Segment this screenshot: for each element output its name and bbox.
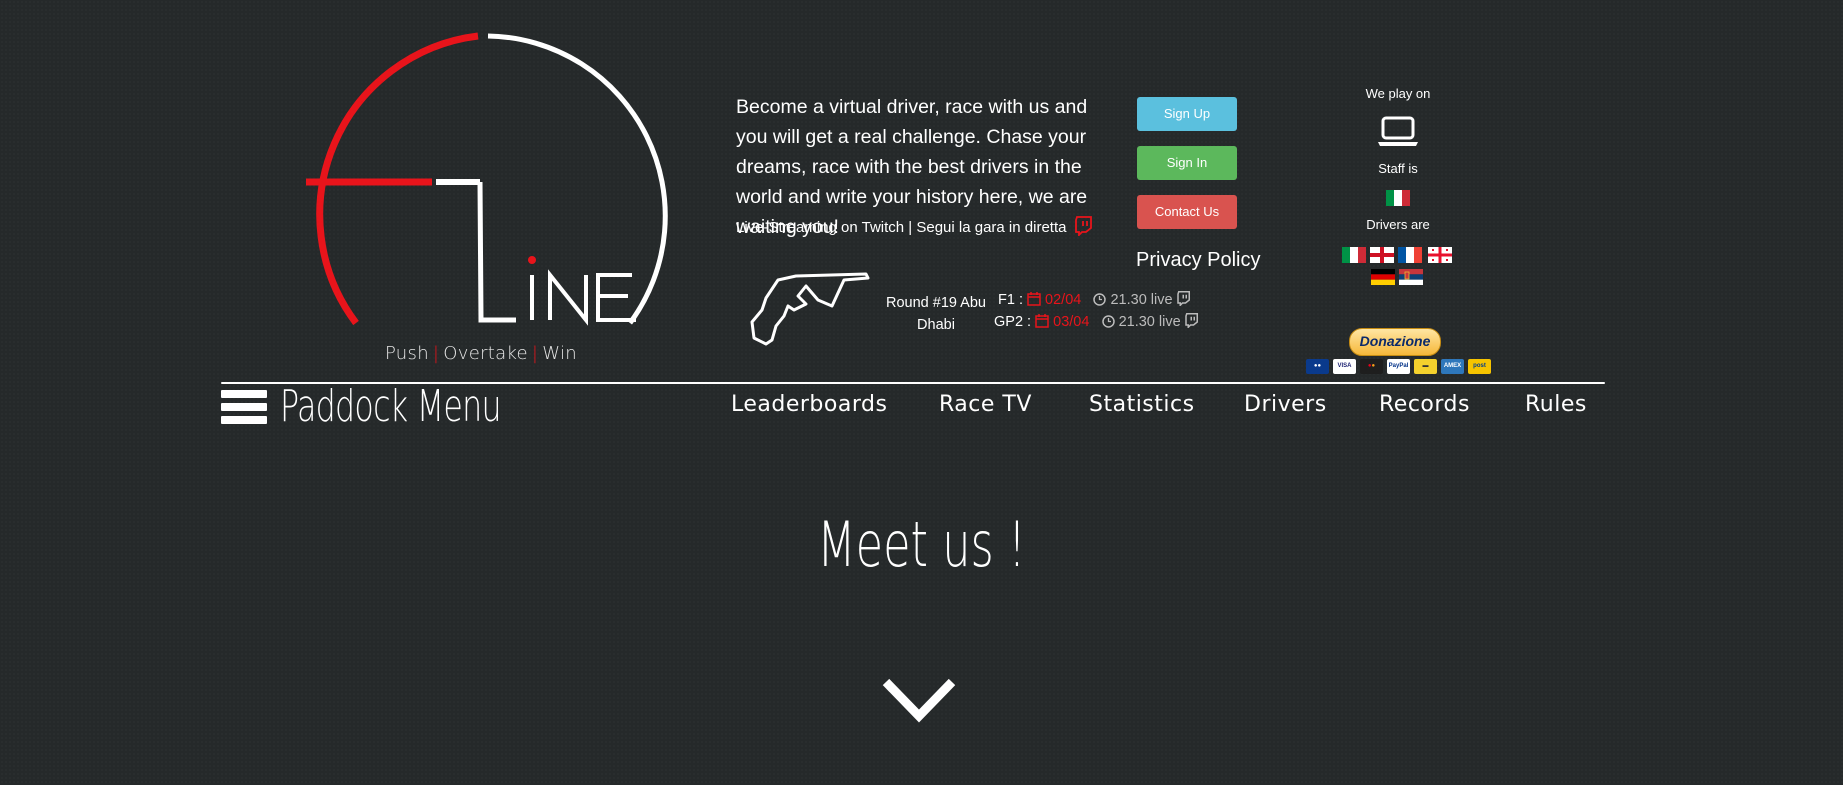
f1-line-logo[interactable] bbox=[296, 30, 676, 330]
drivers-are-label: Drivers are bbox=[1366, 217, 1430, 232]
tagline-push: Push bbox=[384, 343, 429, 364]
tagline-separator: | bbox=[432, 343, 440, 364]
donate-button[interactable]: Donazione bbox=[1349, 328, 1441, 356]
race-date: 02/04 bbox=[1045, 292, 1082, 308]
twitch-icon[interactable] bbox=[1074, 216, 1093, 238]
nav-records[interactable]: Records bbox=[1379, 392, 1470, 417]
calendar-icon bbox=[1027, 292, 1041, 306]
contact-us-button[interactable]: Contact Us bbox=[1137, 195, 1237, 229]
card-icon: ▬ bbox=[1414, 359, 1437, 374]
sign-in-button[interactable]: Sign In bbox=[1137, 146, 1237, 180]
series-label: F1 : bbox=[998, 292, 1023, 308]
privacy-policy-link[interactable]: Privacy Policy bbox=[1136, 249, 1260, 272]
nav-drivers[interactable]: Drivers bbox=[1244, 392, 1327, 417]
stream-link[interactable]: Live-Streaming on Twitch | Segui la gara… bbox=[736, 216, 1093, 238]
tagline-separator: | bbox=[531, 343, 539, 364]
race-row-f1: F1 : 02/04 21.30 live bbox=[998, 291, 1191, 308]
mastercard-card-icon: ●● bbox=[1360, 359, 1383, 374]
nav-statistics[interactable]: Statistics bbox=[1089, 392, 1195, 417]
paddock-menu-title[interactable]: Paddock Menu bbox=[280, 381, 502, 432]
hero-title: Meet us ! bbox=[817, 508, 1026, 581]
sign-up-button[interactable]: Sign Up bbox=[1137, 97, 1237, 131]
stream-text: Live-Streaming on Twitch | Segui la gara… bbox=[736, 219, 1067, 236]
staff-is-label: Staff is bbox=[1378, 161, 1418, 176]
postepay-card-icon: post bbox=[1468, 359, 1491, 374]
we-play-on-label: We play on bbox=[1365, 86, 1431, 101]
abu-dhabi-track-icon bbox=[750, 272, 870, 346]
maestro-card-icon: ●● bbox=[1306, 359, 1329, 374]
serbia-flag-icon bbox=[1399, 269, 1423, 285]
twitch-icon[interactable] bbox=[1184, 313, 1199, 330]
twitch-icon[interactable] bbox=[1176, 291, 1191, 308]
paypal-card-icon: PayPal bbox=[1387, 359, 1410, 374]
england-flag-icon bbox=[1370, 247, 1394, 263]
laptop-icon bbox=[1378, 116, 1418, 146]
nav-leaderboards[interactable]: Leaderboards bbox=[731, 392, 887, 417]
logo-tagline: Push | Overtake | Win bbox=[296, 343, 666, 364]
clock-icon bbox=[1101, 315, 1115, 328]
race-date: 03/04 bbox=[1053, 314, 1090, 330]
series-label: GP2 : bbox=[994, 314, 1032, 330]
italy-flag-icon bbox=[1386, 190, 1410, 206]
nav-rules[interactable]: Rules bbox=[1525, 392, 1587, 417]
germany-flag-icon bbox=[1371, 269, 1395, 285]
chevron-down-icon[interactable] bbox=[880, 676, 958, 726]
round-label: Round #19 Abu Dhabi bbox=[886, 295, 986, 333]
race-time: 21.30 live bbox=[1118, 314, 1181, 330]
tagline-win: Win bbox=[542, 343, 578, 364]
tagline-overtake: Overtake bbox=[443, 343, 528, 364]
france-flag-icon bbox=[1398, 247, 1422, 263]
amex-card-icon: AMEX bbox=[1441, 359, 1464, 374]
race-row-gp2: GP2 : 03/04 21.30 live bbox=[994, 313, 1199, 330]
clock-icon bbox=[1093, 293, 1107, 306]
hamburger-menu-icon[interactable] bbox=[221, 390, 267, 430]
georgia-flag-icon bbox=[1428, 247, 1452, 263]
visa-card-icon: VISA bbox=[1333, 359, 1356, 374]
race-time: 21.30 live bbox=[1110, 292, 1173, 308]
nav-race-tv[interactable]: Race TV bbox=[939, 392, 1032, 417]
italy-flag-icon bbox=[1342, 247, 1366, 263]
calendar-icon bbox=[1035, 314, 1049, 328]
